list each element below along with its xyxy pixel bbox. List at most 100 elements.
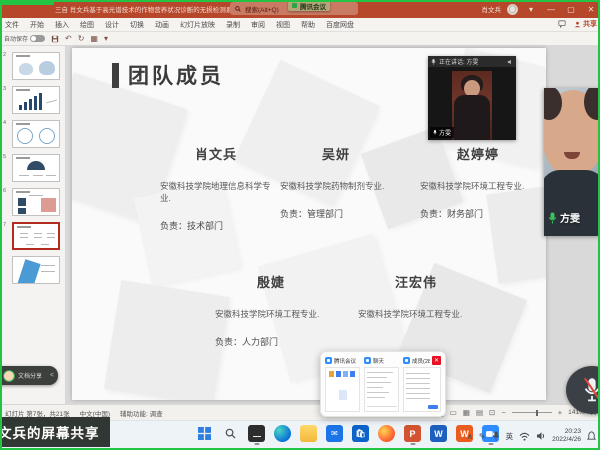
slide-thumbnail[interactable] <box>12 52 60 80</box>
screen-share-banner-text: 文兵的屏幕共享 <box>0 422 100 442</box>
thumbnail-row[interactable]: 6 <box>12 188 61 216</box>
member-desc: 安徽科技学院地理信息科学专业. <box>160 181 272 205</box>
member-name: 汪宏伟 <box>358 272 474 291</box>
thumbnail-row[interactable]: 7 <box>12 222 61 250</box>
slide-thumbnail[interactable] <box>12 120 60 148</box>
slide-sorter-icon[interactable]: ▦ <box>463 408 470 417</box>
meeting-mini-toolbar[interactable]: 文档分享 < <box>0 366 58 385</box>
screen: 三自 肖文兵基于高光谱技术的作物营养状况诊断的无损检测系统 搜索(Alt+Q) … <box>0 0 600 450</box>
slideshow-view-icon[interactable]: ⊡ <box>489 408 495 417</box>
preview-card-members[interactable]: 成员(28) ✕ <box>403 356 441 412</box>
tab-baidu-netdisk[interactable]: 百度网盘 <box>326 20 354 30</box>
slide-thumbnail[interactable] <box>12 188 60 216</box>
save-icon[interactable] <box>51 35 59 43</box>
thumbnail-row[interactable] <box>12 256 61 284</box>
thumbnail-row[interactable]: 2 <box>12 52 61 80</box>
wifi-icon[interactable] <box>519 432 530 441</box>
tab-review[interactable]: 审阅 <box>251 20 265 30</box>
redo-icon[interactable]: ↻ <box>78 34 85 43</box>
preview-card-chat[interactable]: 聊天 <box>364 356 399 412</box>
thumbnail-row[interactable]: 3 <box>12 86 61 114</box>
preview-title: 成员(28) <box>412 357 430 365</box>
volume-icon[interactable] <box>536 431 546 441</box>
tab-help[interactable]: 帮助 <box>301 20 315 30</box>
firefox-icon[interactable] <box>378 425 395 442</box>
microsoft-store-icon[interactable]: 🛍 <box>352 425 369 442</box>
member-card[interactable]: 赵婷婷 安徽科技学院环境工程专业. 负责：财务部门 <box>420 144 536 220</box>
qat-customize-icon[interactable]: ▾ <box>104 34 108 43</box>
word-icon[interactable]: W <box>430 425 447 442</box>
share-button[interactable]: 共享 <box>574 19 597 29</box>
preview-title: 聊天 <box>373 357 399 365</box>
tencent-meeting-badge[interactable]: 腾讯会议 <box>288 0 330 11</box>
accessibility-status[interactable]: 辅助功能: 调查 <box>120 408 163 418</box>
tray-mic-icon[interactable] <box>492 431 500 441</box>
slide-thumbnail-panel[interactable]: 2 3 4 <box>0 46 66 404</box>
autosave-toggle[interactable]: 自动保存 <box>4 34 45 43</box>
slide-thumbnail[interactable] <box>12 154 60 182</box>
preview-thumbnail[interactable] <box>364 367 399 412</box>
comments-icon[interactable] <box>558 20 566 28</box>
tab-design[interactable]: 设计 <box>105 20 119 30</box>
mic-icon <box>431 59 436 65</box>
start-slideshow-icon[interactable]: ▦ <box>90 34 98 43</box>
start-button[interactable] <box>196 425 213 442</box>
member-card[interactable]: 肖文兵 安徽科技学院地理信息科学专业. 负责：技术部门 <box>160 144 272 232</box>
edge-icon[interactable] <box>274 425 291 442</box>
zoom-out-icon[interactable]: − <box>501 408 505 417</box>
member-desc: 安徽科技学院药物制剂专业. <box>280 181 392 193</box>
minimize-button[interactable]: — <box>544 0 558 18</box>
hidden-icons-chevron[interactable]: ∧ <box>467 432 473 441</box>
thumbnail-row[interactable]: 4 <box>12 120 61 148</box>
file-explorer-icon[interactable] <box>300 425 317 442</box>
search-taskbar-button[interactable] <box>222 425 239 442</box>
pen-icon[interactable]: ✎ <box>479 432 486 441</box>
speaker-video-window[interactable]: 正在讲话: 方雯 方雯 <box>428 56 516 140</box>
input-language-indicator[interactable]: 英 <box>506 431 514 442</box>
collapse-icon[interactable]: < <box>50 372 54 379</box>
thumbnail-row[interactable]: 5 <box>12 154 61 182</box>
tab-file[interactable]: 文件 <box>5 20 19 30</box>
speaker-volume-icon <box>507 59 513 65</box>
member-desc: 安徽科技学院环境工程专业. <box>420 181 536 193</box>
preview-thumbnail[interactable] <box>403 367 441 412</box>
tab-animations[interactable]: 动画 <box>155 20 169 30</box>
mail-icon[interactable]: ✉ <box>326 425 343 442</box>
tab-record[interactable]: 录制 <box>226 20 240 30</box>
tab-transitions[interactable]: 切换 <box>130 20 144 30</box>
member-card[interactable]: 殷婕 安徽科技学院环境工程专业. 负责：人力部门 <box>215 272 327 348</box>
preview-thumbnail[interactable] <box>325 367 360 412</box>
close-preview-button[interactable]: ✕ <box>432 356 441 365</box>
notification-bell-icon[interactable] <box>587 431 596 441</box>
zoom-slider-thumb[interactable] <box>536 410 539 416</box>
slide-thumbnail-selected[interactable] <box>12 222 60 250</box>
tab-insert[interactable]: 插入 <box>55 20 69 30</box>
undo-icon[interactable]: ↶ <box>65 34 72 43</box>
account-avatar[interactable]: ◯ <box>507 4 518 15</box>
ribbon-options-icon[interactable]: ▾ <box>524 0 538 18</box>
close-button[interactable]: ✕ <box>584 0 598 18</box>
reading-view-icon[interactable]: ▤ <box>476 408 483 417</box>
thumbnail-number: 4 <box>3 120 6 126</box>
tab-home[interactable]: 开始 <box>30 20 44 30</box>
speaker-portrait <box>452 71 492 140</box>
maximize-button[interactable]: ▢ <box>564 0 578 18</box>
tab-view[interactable]: 视图 <box>276 20 290 30</box>
slide-thumbnail[interactable] <box>12 256 60 284</box>
normal-view-icon[interactable]: ▭ <box>450 408 457 417</box>
taskbar-app-dark[interactable] <box>248 425 265 442</box>
preview-card-meeting[interactable]: 腾讯会议 <box>325 356 360 412</box>
member-card[interactable]: 吴妍 安徽科技学院药物制剂专业. 负责：管理部门 <box>280 144 392 220</box>
tab-draw[interactable]: 绘图 <box>80 20 94 30</box>
side-video-window[interactable]: 方雯 <box>544 88 600 236</box>
tab-slideshow[interactable]: 幻灯片放映 <box>180 20 215 30</box>
language-status[interactable]: 中文(中国) <box>80 408 110 418</box>
powerpoint-icon[interactable]: P <box>404 425 421 442</box>
member-card[interactable]: 汪宏伟 安徽科技学院环境工程专业. <box>358 272 474 335</box>
taskbar-clock[interactable]: 20:23 2022/4/26 <box>552 428 581 444</box>
zoom-slider[interactable] <box>512 412 552 413</box>
slide-title-block[interactable]: 团队成员 <box>112 60 224 90</box>
search-icon <box>235 6 241 12</box>
slide-thumbnail[interactable] <box>12 86 60 114</box>
zoom-in-icon[interactable]: + <box>558 408 562 417</box>
